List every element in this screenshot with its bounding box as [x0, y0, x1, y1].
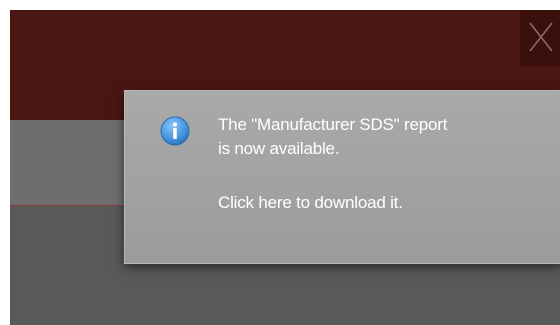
message-line-2: is now available.: [218, 139, 340, 158]
close-button[interactable]: [520, 10, 560, 66]
notification-message: The "Manufacturer SDS" report is now ava…: [218, 113, 548, 215]
notification-toast[interactable]: The "Manufacturer SDS" report is now ava…: [124, 90, 560, 264]
close-icon: [529, 22, 553, 52]
app-background: The "Manufacturer SDS" report is now ava…: [10, 10, 560, 325]
message-line-1: The "Manufacturer SDS" report: [218, 115, 448, 134]
download-link[interactable]: Click here to download it.: [218, 191, 548, 215]
info-icon: [160, 116, 190, 146]
